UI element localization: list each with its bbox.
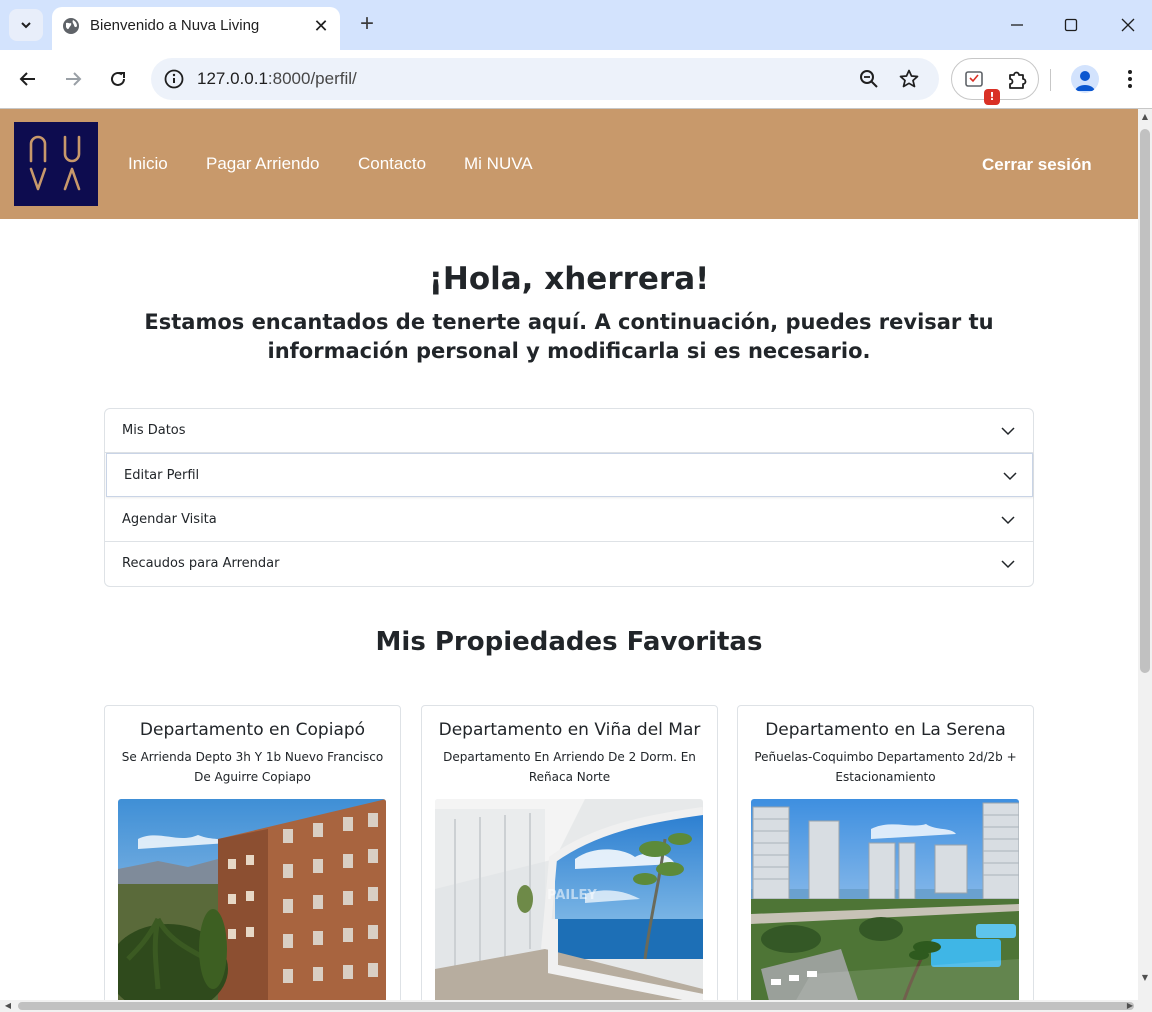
greeting-title: ¡Hola, xherrera! [428,261,710,297]
scroll-right-arrow-icon[interactable]: ▶ [1124,1000,1136,1012]
vertical-scroll-thumb[interactable] [1140,129,1150,673]
vertical-scrollbar[interactable]: ▲ ▼ [1138,109,1152,1000]
chevron-down-icon [1001,427,1015,436]
minimize-button[interactable] [1000,8,1034,42]
close-icon [1121,18,1135,32]
page-viewport: Inicio Pagar Arriendo Contacto Mi NUVA C… [0,109,1138,1000]
tab-close-icon[interactable]: ✕ [310,15,332,37]
arrow-left-icon [19,72,35,86]
logout-link[interactable]: Cerrar sesión [982,155,1092,175]
maximize-icon [1064,18,1078,32]
accordion-label: Mis Datos [122,423,186,438]
extensions-group: ! [951,58,1039,105]
horizontal-scrollbar[interactable]: ◀ ▶ [0,1000,1152,1012]
nuva-logo-mark [29,135,81,191]
accordion-mis-datos[interactable]: Mis Datos [105,409,1033,453]
nav-link-mi-nuva[interactable]: Mi NUVA [464,154,533,174]
site-info-icon[interactable] [163,68,185,90]
property-title: Departamento en Viña del Mar [438,720,701,740]
url-text[interactable]: 127.0.0.1:8000/perfil/ [197,69,357,89]
property-title: Departamento en Copiapó [139,720,366,740]
puzzle-icon[interactable] [1004,67,1030,93]
forward-button[interactable] [56,62,90,96]
greeting-subtitle: Estamos encantados de tenerte aquí. A co… [144,310,994,363]
accordion-editar-perfil[interactable]: Editar Perfil [106,453,1033,497]
extension-alert-icon[interactable]: ! [962,67,1000,105]
scroll-left-arrow-icon[interactable]: ◀ [2,1000,14,1012]
property-card[interactable]: Departamento en La Serena Peñuelas-Coqui… [737,705,1034,1000]
minimize-icon [1011,24,1023,26]
tab-strip: Bienvenido a Nuva Living ✕ + [0,0,1152,50]
toolbar-divider [1050,69,1051,91]
scroll-up-arrow-icon[interactable]: ▲ [1138,111,1152,123]
chevron-down-icon [1001,560,1015,569]
alert-badge: ! [984,89,1000,105]
accordion-recaudos[interactable]: Recaudos para Arrendar [105,542,1033,586]
property-card[interactable]: Departamento en Copiapó Se Arrienda Dept… [104,705,401,1000]
accordion-agendar-visita[interactable]: Agendar Visita [105,498,1033,542]
accordion-label: Agendar Visita [122,512,217,527]
property-card[interactable]: Departamento en Viña del Mar Departament… [421,705,718,1000]
chevron-down-icon [1001,516,1015,525]
property-description: Peñuelas-Coquimbo Departamento 2d/2b + E… [754,750,1017,784]
site-navbar: Inicio Pagar Arriendo Contacto Mi NUVA C… [0,109,1138,219]
browser-toolbar: 127.0.0.1:8000/perfil/ ! [0,50,1152,109]
close-window-button[interactable] [1111,8,1145,42]
property-watermark: PAILEY [547,888,597,903]
property-photo[interactable]: PAILEY [435,799,703,1000]
accordion-label: Recaudos para Arrendar [122,556,280,571]
tab-search-button[interactable] [9,9,43,41]
property-description: Se Arrienda Depto 3h Y 1b Nuevo Francisc… [121,750,384,784]
favorites-title: Mis Propiedades Favoritas [375,627,763,657]
globe-icon [63,18,79,34]
tab-title: Bienvenido a Nuva Living [90,17,260,34]
nuva-logo[interactable] [14,122,98,206]
profile-avatar-icon[interactable] [1071,65,1099,93]
nav-link-inicio[interactable]: Inicio [128,154,168,174]
accordion-label: Editar Perfil [124,468,200,483]
bookmark-star-icon[interactable] [897,67,921,91]
back-button[interactable] [11,62,45,96]
property-title: Departamento en La Serena [765,720,1006,740]
new-tab-button[interactable]: + [352,8,382,40]
browser-menu-icon[interactable] [1117,62,1143,96]
chevron-down-icon [21,22,31,29]
profile-accordion: Mis Datos Editar Perfil Agendar Visita R… [104,408,1034,587]
horizontal-scroll-thumb[interactable] [18,1002,1134,1010]
property-photo[interactable] [751,799,1019,1000]
arrow-right-icon [66,72,82,86]
reload-button[interactable] [101,62,135,96]
nav-link-pagar-arriendo[interactable]: Pagar Arriendo [206,154,319,174]
scroll-down-arrow-icon[interactable]: ▼ [1138,972,1152,984]
browser-tab[interactable]: Bienvenido a Nuva Living ✕ [52,7,340,50]
property-description: Departamento En Arriendo De 2 Dorm. En R… [443,750,696,784]
address-bar[interactable]: 127.0.0.1:8000/perfil/ [151,58,939,100]
property-photo[interactable] [118,799,386,1000]
chevron-down-icon [1003,472,1017,481]
reload-icon [111,71,125,86]
maximize-button[interactable] [1054,8,1088,42]
zoom-icon[interactable] [857,67,881,91]
nav-link-contacto[interactable]: Contacto [358,154,426,174]
